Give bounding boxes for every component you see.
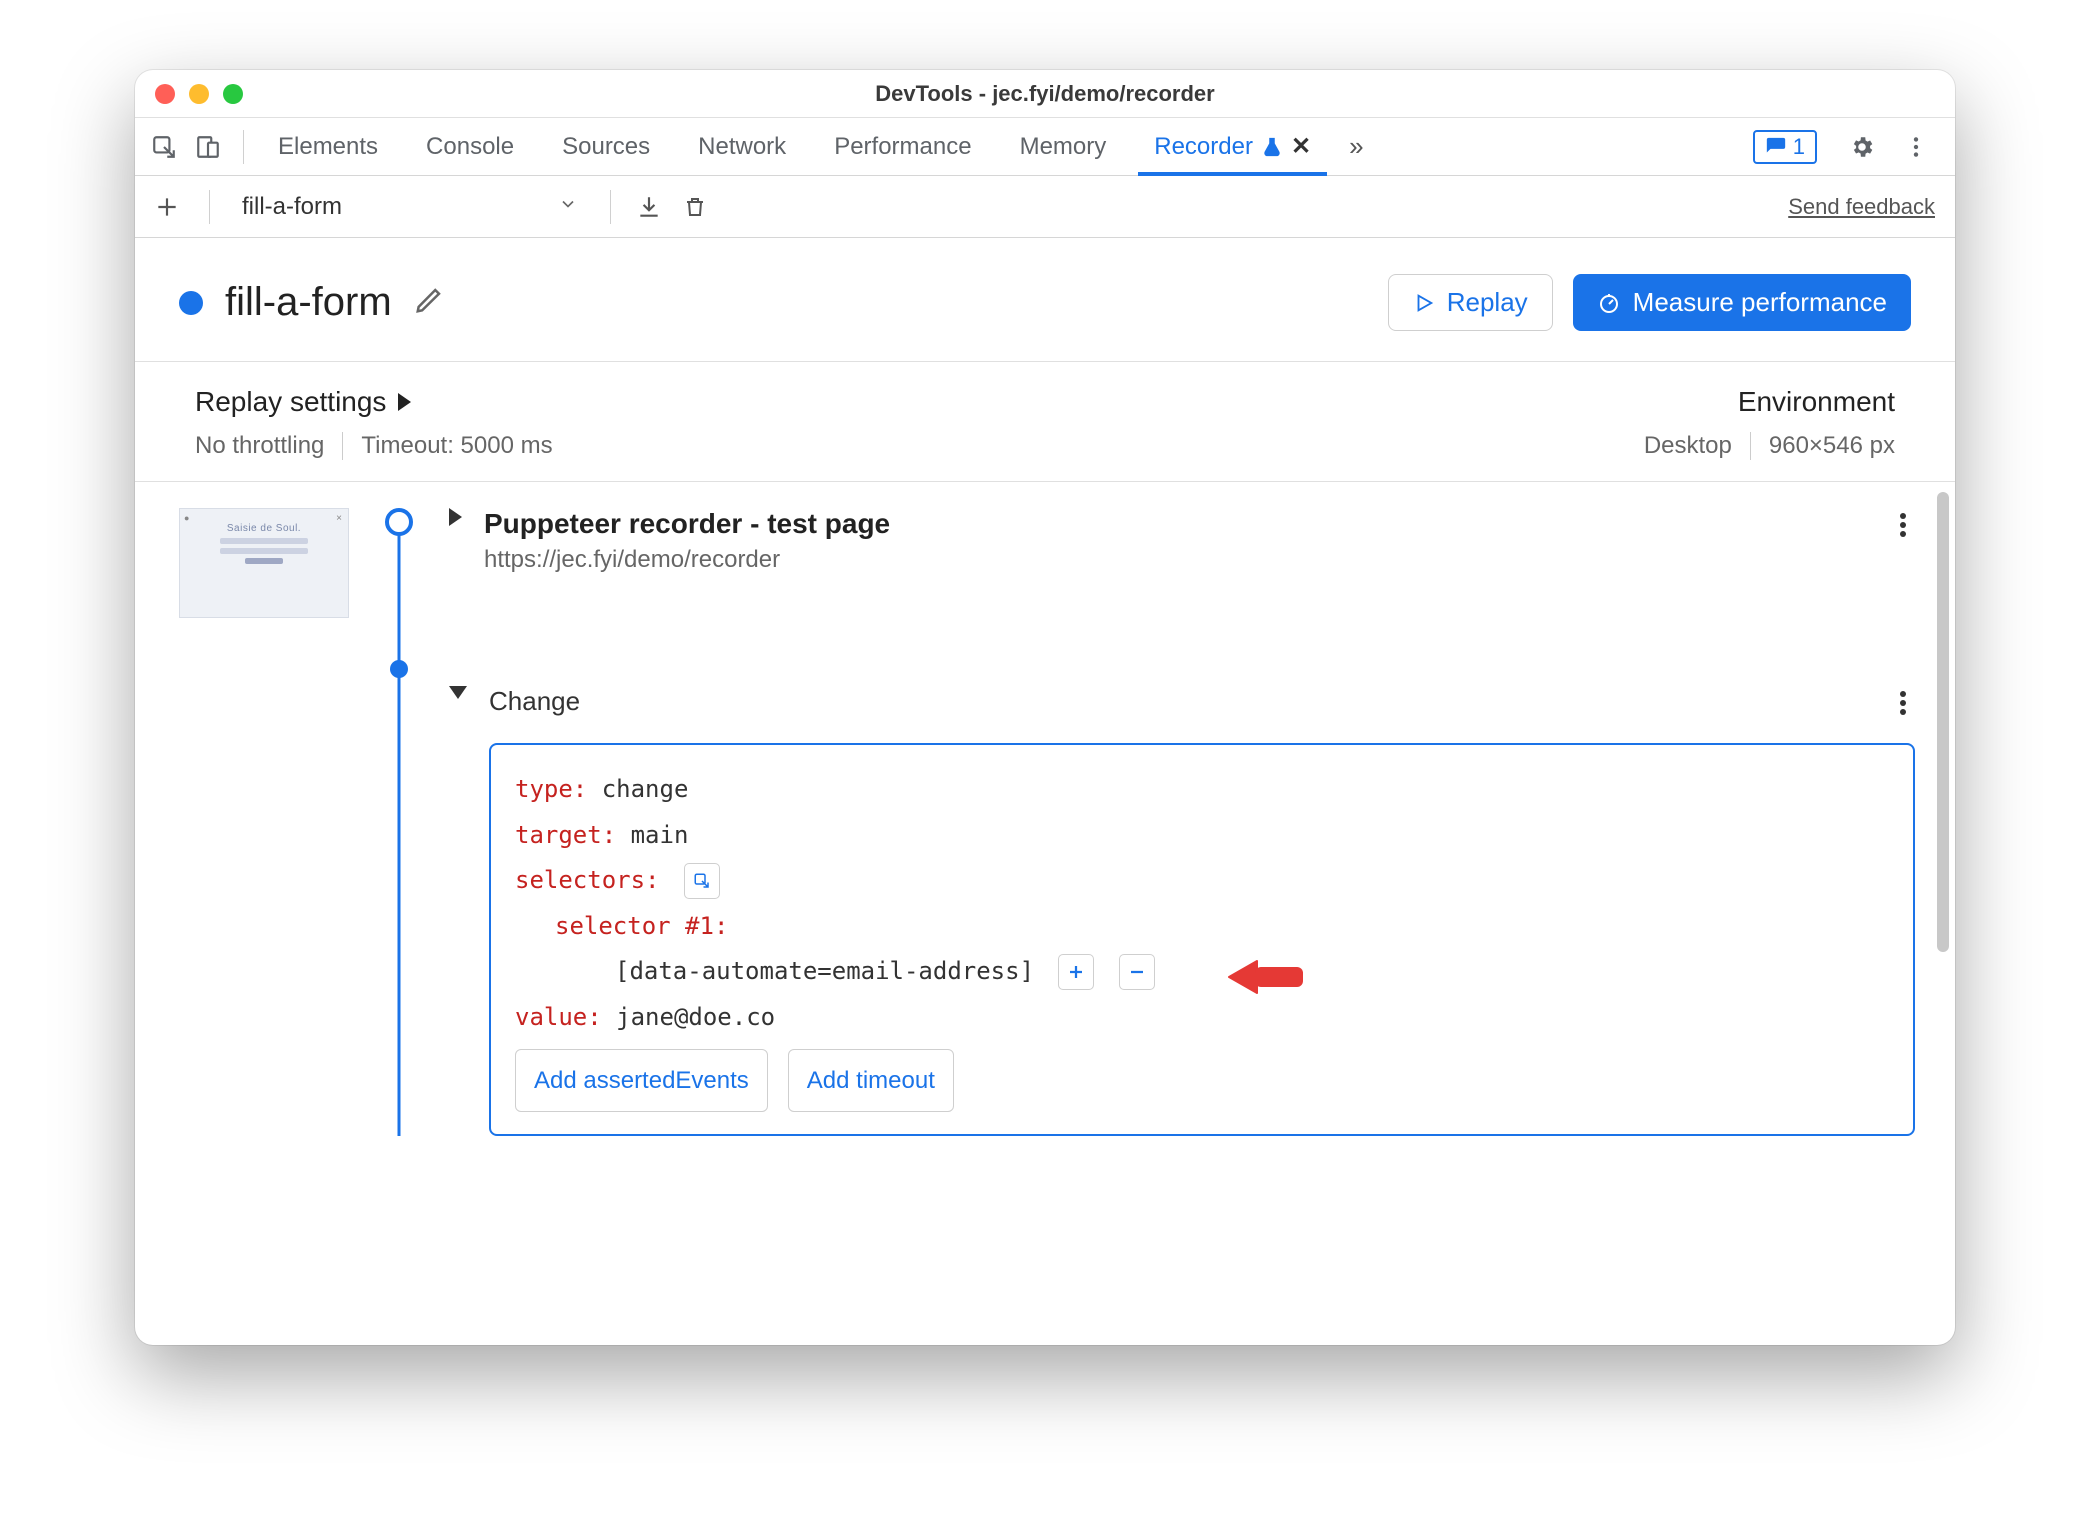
device-label: Desktop (1644, 432, 1732, 460)
new-recording-button[interactable] (145, 185, 189, 229)
recorder-toolbar: fill-a-form Send feedback (135, 176, 1955, 238)
triangle-right-icon (398, 393, 411, 411)
step-change-label: Change (489, 686, 580, 727)
tab-elements[interactable]: Elements (254, 118, 402, 175)
kv-type-key: type (515, 775, 573, 803)
kv-selector-n-key: selector #1 (555, 912, 714, 940)
steps-area: ● × Saisie de Soul. (135, 482, 1955, 1345)
inspect-icon[interactable] (151, 134, 177, 160)
send-feedback-link[interactable]: Send feedback (1788, 194, 1935, 220)
step-details-box: type: change target: main selectors: (489, 743, 1915, 1136)
close-tab-icon[interactable]: ✕ (1291, 132, 1311, 161)
beaker-icon (1261, 136, 1283, 158)
tab-console[interactable]: Console (402, 118, 538, 175)
timeline (379, 508, 419, 536)
timeout-label: Timeout: 5000 ms (361, 432, 552, 460)
measure-label: Measure performance (1633, 287, 1887, 318)
kv-selectors-key: selectors (515, 866, 645, 894)
recording-title: fill-a-form (225, 280, 392, 325)
timeline-start-node (385, 508, 413, 536)
remove-selector-button[interactable] (1119, 954, 1155, 990)
kv-value-key: value (515, 1003, 587, 1031)
expand-step-toggle[interactable] (449, 508, 462, 526)
divider (610, 190, 611, 224)
more-menu-icon[interactable] (1889, 134, 1943, 160)
chevron-down-icon (558, 193, 578, 221)
kv-target-val[interactable]: main (631, 821, 689, 849)
recording-select[interactable]: fill-a-form (230, 187, 590, 227)
issues-badge[interactable]: 1 (1753, 130, 1817, 164)
divider (209, 190, 210, 224)
tab-performance[interactable]: Performance (810, 118, 995, 175)
kv-value-val[interactable]: jane@doe.co (616, 1003, 775, 1031)
kv-target-key: target (515, 821, 602, 849)
element-picker-button[interactable] (684, 863, 720, 899)
kv-type-val[interactable]: change (602, 775, 689, 803)
add-selector-button[interactable] (1058, 954, 1094, 990)
export-button[interactable] (631, 189, 667, 225)
measure-performance-button[interactable]: Measure performance (1573, 274, 1911, 331)
close-window-button[interactable] (155, 84, 175, 104)
divider (342, 432, 343, 460)
settings-row: Replay settings No throttling Timeout: 5… (135, 362, 1955, 482)
step-menu-button[interactable] (1891, 686, 1915, 727)
recording-status-dot (179, 291, 203, 315)
tab-recorder[interactable]: Recorder ✕ (1130, 118, 1335, 175)
delete-button[interactable] (677, 189, 713, 225)
tab-sources[interactable]: Sources (538, 118, 674, 175)
tab-memory[interactable]: Memory (996, 118, 1131, 175)
step-menu-button[interactable] (1891, 508, 1915, 549)
window-title: DevTools - jec.fyi/demo/recorder (135, 81, 1955, 107)
device-toggle-icon[interactable] (195, 134, 221, 160)
replay-button[interactable]: Replay (1388, 274, 1553, 331)
timeline-step-node (390, 660, 408, 678)
divider (243, 130, 244, 164)
step-start-url: https://jec.fyi/demo/recorder (484, 546, 1875, 574)
selector-value[interactable]: [data-automate=email-address] (615, 957, 1034, 985)
recording-header: fill-a-form Replay Measure performance (135, 238, 1955, 362)
environment-heading: Environment (1738, 386, 1895, 418)
traffic-lights (155, 84, 243, 104)
devtools-window: DevTools - jec.fyi/demo/recorder Element… (135, 70, 1955, 1345)
add-timeout-button[interactable]: Add timeout (788, 1049, 954, 1113)
step-start-title: Puppeteer recorder - test page (484, 508, 1875, 540)
collapse-step-toggle[interactable] (449, 686, 467, 699)
settings-icon[interactable] (1835, 134, 1889, 160)
more-tabs-button[interactable]: » (1335, 131, 1377, 162)
tab-network[interactable]: Network (674, 118, 810, 175)
scrollbar[interactable] (1937, 492, 1949, 952)
add-asserted-events-button[interactable]: Add assertedEvents (515, 1049, 768, 1113)
minimize-window-button[interactable] (189, 84, 209, 104)
recording-select-label: fill-a-form (242, 193, 342, 221)
page-thumbnail[interactable]: ● × Saisie de Soul. (179, 508, 349, 618)
viewport-label: 960×546 px (1769, 432, 1895, 460)
edit-title-button[interactable] (414, 285, 444, 320)
maximize-window-button[interactable] (223, 84, 243, 104)
replay-label: Replay (1447, 287, 1528, 318)
throttling-label: No throttling (195, 432, 324, 460)
divider (1750, 432, 1751, 460)
replay-settings-toggle[interactable]: Replay settings (195, 386, 553, 418)
panel-tabstrip: Elements Console Sources Network Perform… (135, 118, 1955, 176)
titlebar: DevTools - jec.fyi/demo/recorder (135, 70, 1955, 118)
issues-count: 1 (1793, 134, 1805, 160)
